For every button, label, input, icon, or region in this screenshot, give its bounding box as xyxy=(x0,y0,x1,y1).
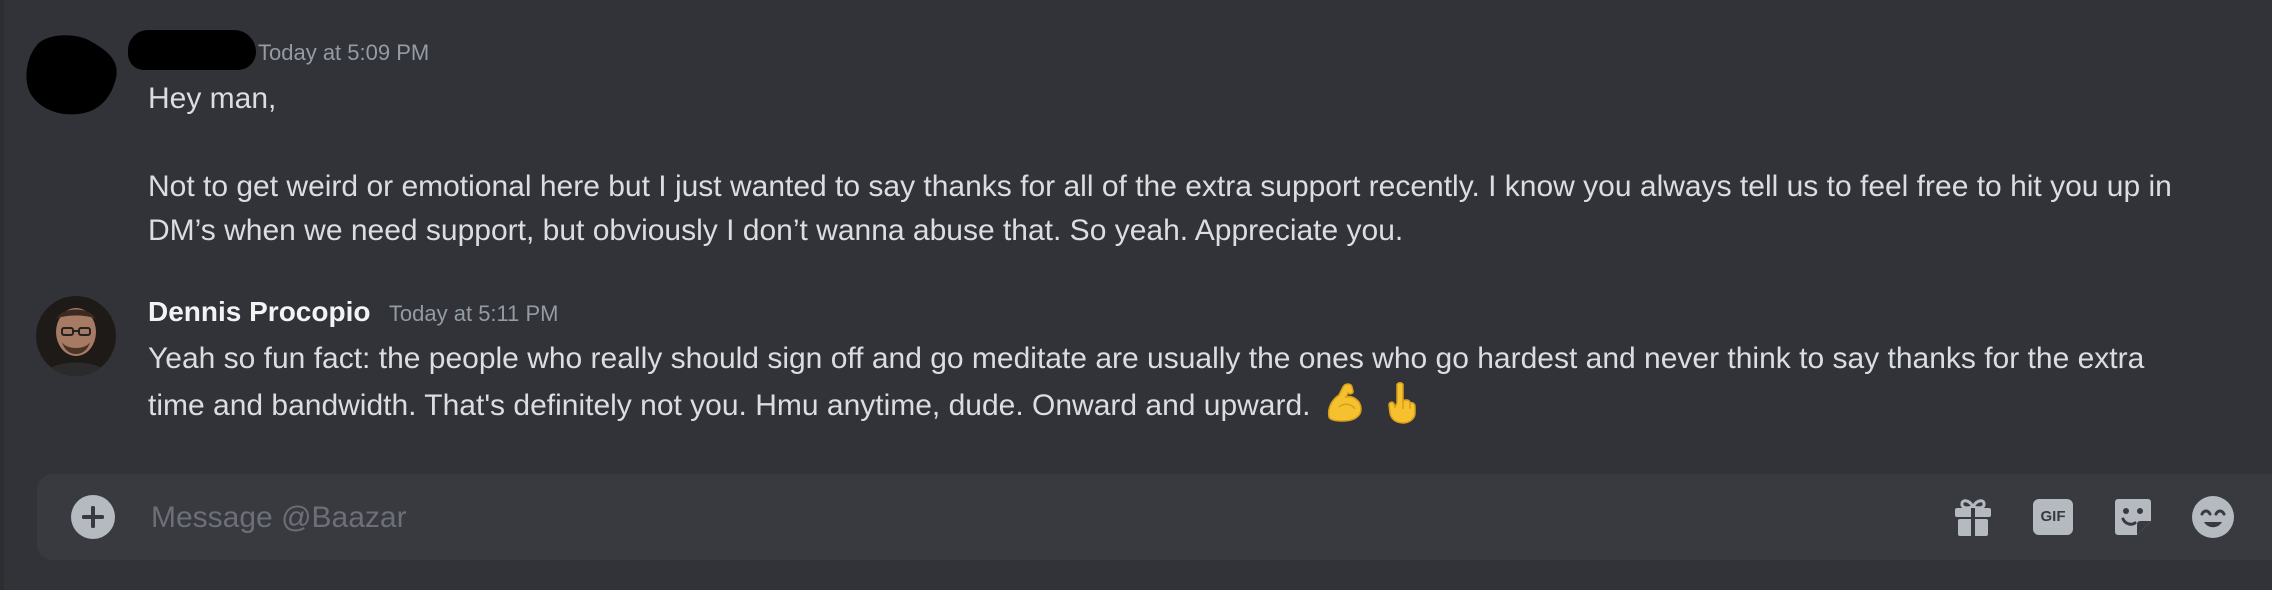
redacted-username xyxy=(128,30,256,70)
message-paragraph: Hey man, xyxy=(148,82,277,115)
emoji-button[interactable] xyxy=(2191,495,2235,539)
flexed-biceps-emoji xyxy=(1323,381,1367,425)
message-author[interactable]: Dennis Procopio xyxy=(148,296,370,327)
gift-button[interactable] xyxy=(1951,495,1995,539)
emoji-icon xyxy=(2192,496,2234,538)
message-header: Dennis Procopio Today at 5:11 PM xyxy=(148,296,559,328)
gif-label: GIF xyxy=(2040,508,2066,525)
message-item: Dennis Procopio Today at 5:11 PM Yeah so… xyxy=(0,290,2272,440)
message-content: Yeah so fun fact: the people who really … xyxy=(148,337,2208,428)
avatar-redacted[interactable] xyxy=(20,30,124,116)
gif-button[interactable]: GIF xyxy=(2031,495,2075,539)
message-item: Today at 5:09 PM Hey man, Not to get wei… xyxy=(0,0,2272,260)
message-header: Today at 5:09 PM xyxy=(258,40,429,66)
sticker-icon xyxy=(2115,499,2151,535)
message-timestamp: Today at 5:11 PM xyxy=(388,301,559,326)
message-paragraph: Not to get weird or emotional here but I… xyxy=(148,170,2172,247)
message-input[interactable] xyxy=(149,488,1953,548)
redacted-avatar-shape xyxy=(26,35,117,115)
avatar-photo xyxy=(36,296,116,376)
message-timestamp: Today at 5:09 PM xyxy=(258,40,430,65)
message-content: Hey man, Not to get weird or emotional h… xyxy=(148,77,2208,253)
message-text: Yeah so fun fact: the people who really … xyxy=(148,342,2145,422)
index-pointing-up-emoji xyxy=(1379,381,1423,425)
add-attachment-icon xyxy=(71,495,115,539)
gift-icon xyxy=(1955,499,1991,536)
sticker-button[interactable] xyxy=(2111,495,2155,539)
message-list: Today at 5:09 PM Hey man, Not to get wei… xyxy=(0,0,2272,470)
message-composer: GIF xyxy=(37,474,2272,560)
add-attachment-button[interactable] xyxy=(71,495,115,539)
avatar[interactable] xyxy=(36,296,116,376)
